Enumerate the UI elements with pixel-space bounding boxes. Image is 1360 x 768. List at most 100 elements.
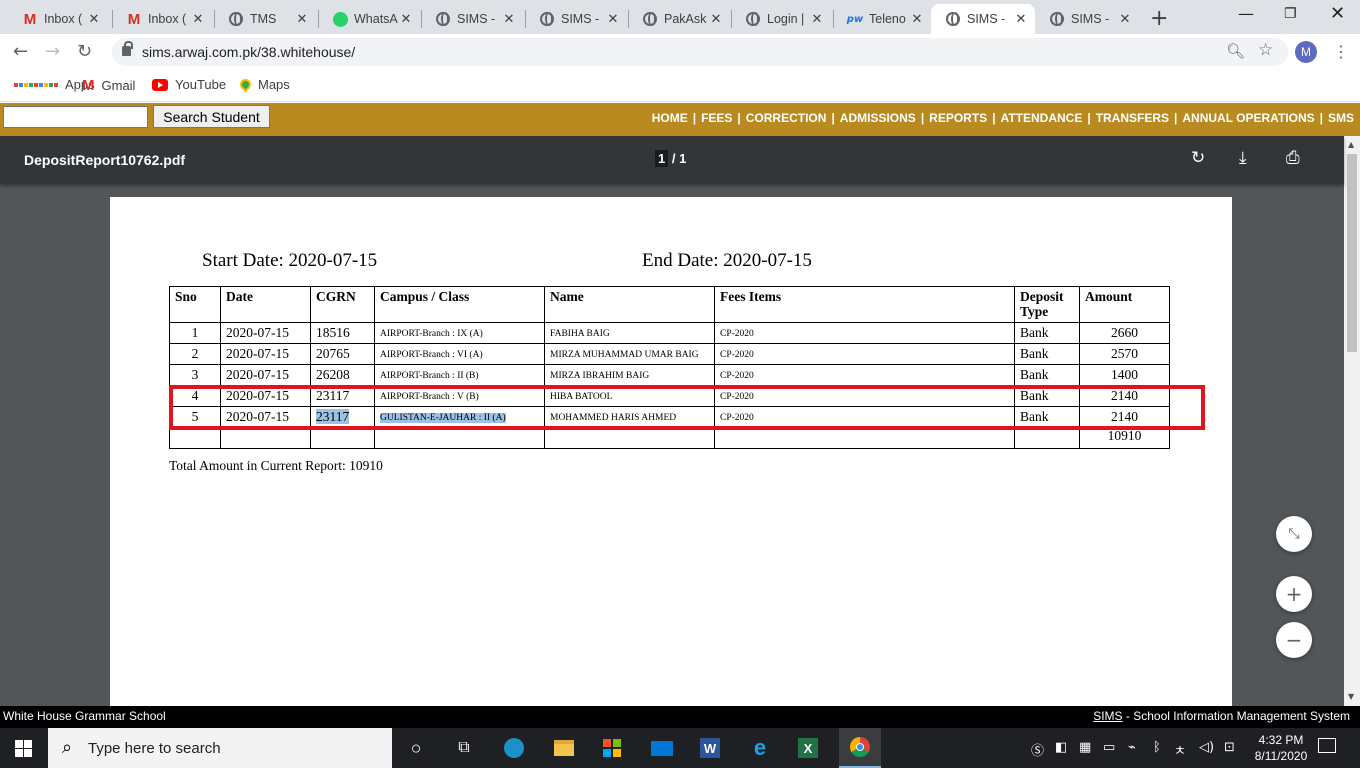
store-icon[interactable] [600, 736, 624, 760]
browser-menu-icon[interactable]: ⋮ [1333, 42, 1349, 61]
mail-icon[interactable] [650, 736, 674, 760]
tab-sims-active[interactable]: SIMS - ✕ [931, 4, 1035, 34]
tab-pakask[interactable]: PakAsk ✕ [628, 4, 730, 34]
rotate-icon[interactable]: ↻ [1191, 148, 1205, 168]
bookmark-star-icon[interactable]: ☆ [1258, 40, 1273, 60]
download-icon[interactable]: ⤓ [1239, 148, 1247, 168]
tab-sims-2[interactable]: SIMS - ✕ [525, 4, 627, 34]
close-icon[interactable]: ✕ [398, 12, 414, 27]
vertical-scrollbar[interactable]: ▲ ▼ [1344, 136, 1360, 706]
nav-home[interactable]: HOME [652, 111, 688, 125]
profile-avatar[interactable]: M [1295, 41, 1317, 63]
scroll-up-icon[interactable]: ▲ [1348, 140, 1354, 149]
file-explorer-icon[interactable] [552, 736, 576, 760]
fit-page-icon[interactable]: ⤡ [1276, 516, 1312, 552]
volume-icon[interactable]: ◁) [1199, 740, 1214, 755]
print-icon[interactable]: ⎙ [1286, 148, 1300, 168]
close-icon[interactable]: ✕ [501, 12, 517, 27]
windows-start-icon[interactable] [15, 740, 32, 757]
forward-icon[interactable]: → [45, 41, 60, 62]
tab-sims-3[interactable]: SIMS - ✕ [1035, 4, 1139, 34]
pdf-viewer-area[interactable]: Start Date: 2020-07-15 End Date: 2020-07… [0, 136, 1344, 706]
skype-icon[interactable]: Ⓢ [1031, 740, 1044, 759]
tab-inbox-1[interactable]: M Inbox ( ✕ [8, 4, 108, 34]
tray-app-icon[interactable]: ▦ [1079, 740, 1091, 755]
zoom-icon[interactable]: 🔍︎ [1226, 42, 1245, 60]
close-icon[interactable]: ✕ [1117, 12, 1133, 27]
nav-separator: | [992, 111, 996, 125]
tab-tms[interactable]: TMS ✕ [214, 4, 316, 34]
close-icon[interactable]: ✕ [294, 12, 310, 27]
student-search-input[interactable] [3, 106, 148, 128]
reload-icon[interactable]: ↻ [77, 41, 92, 62]
close-icon[interactable]: ✕ [86, 12, 102, 27]
nav-reports[interactable]: REPORTS [929, 111, 987, 125]
tab-telenor[interactable]: pw Teleno ✕ [833, 4, 931, 34]
nav-admissions[interactable]: ADMISSIONS [840, 111, 916, 125]
bookmark-youtube[interactable]: YouTube [152, 77, 226, 92]
cortana-icon[interactable]: ○ [404, 736, 428, 760]
close-icon[interactable]: ✕ [605, 12, 621, 27]
taskbar-search-box[interactable]: ⌕ Type here to search [48, 728, 392, 768]
scroll-down-icon[interactable]: ▼ [1348, 692, 1354, 701]
nav-separator: | [737, 111, 741, 125]
window-close-icon[interactable]: ✕ [1330, 3, 1345, 24]
minimize-icon[interactable]: — [1238, 4, 1254, 23]
bookmark-label: Maps [258, 77, 290, 92]
bookmarks-bar: Apps M Gmail YouTube Maps [0, 70, 1360, 102]
cell-deposit-type: Bank [1014, 343, 1080, 365]
tab-whatsapp[interactable]: WhatsA ✕ [318, 4, 420, 34]
chrome-icon[interactable] [839, 728, 881, 768]
nav-attendance[interactable]: ATTENDANCE [1001, 111, 1083, 125]
sims-link[interactable]: SIMS [1093, 709, 1122, 723]
bookmark-maps[interactable]: Maps [237, 76, 290, 93]
language-icon[interactable]: ㅊ [1174, 740, 1186, 759]
word-icon[interactable]: W [698, 736, 722, 760]
nav-transfers[interactable]: TRANSFERS [1096, 111, 1169, 125]
start-date: Start Date: 2020-07-15 [202, 250, 378, 271]
tab-login[interactable]: Login | ✕ [731, 4, 831, 34]
excel-icon[interactable]: X [796, 736, 820, 760]
nav-correction[interactable]: CORRECTION [746, 111, 827, 125]
table-header-row: Sno Date CGRN Campus / Class Name Fees I… [169, 286, 1170, 323]
zoom-out-icon[interactable]: − [1276, 622, 1312, 658]
close-icon[interactable]: ✕ [809, 12, 825, 27]
back-icon[interactable]: ← [13, 41, 28, 62]
ie-icon[interactable]: e [748, 735, 772, 760]
restore-icon[interactable]: ❐ [1284, 6, 1297, 22]
edge-icon[interactable] [502, 736, 526, 760]
search-student-button[interactable]: Search Student [153, 105, 270, 128]
close-icon[interactable]: ✕ [1013, 12, 1029, 27]
notification-center-icon[interactable] [1318, 738, 1336, 753]
address-bar[interactable]: sims.arwaj.com.pk/38.whitehouse/ 🔍︎ ☆ [112, 38, 1288, 66]
cell-fees: CP-2020 [714, 343, 1015, 365]
bluetooth-icon[interactable]: ᛒ [1153, 740, 1161, 755]
gmail-icon: M [127, 10, 141, 28]
nav-fees[interactable]: FEES [701, 111, 732, 125]
new-tab-button[interactable]: + [1150, 6, 1168, 31]
close-icon[interactable]: ✕ [190, 12, 206, 27]
bookmark-gmail[interactable]: M Gmail [82, 77, 135, 94]
site-nav-links: HOME | FEES | CORRECTION | ADMISSIONS | REPORTS |… [652, 111, 1354, 125]
tab-title: Inbox ( [148, 12, 187, 26]
display-icon[interactable]: ▭ [1103, 740, 1115, 755]
task-view-icon[interactable]: ⧉ [452, 736, 476, 760]
zoom-in-icon[interactable]: + [1276, 576, 1312, 612]
close-icon[interactable]: ✕ [708, 12, 724, 27]
network-icon[interactable]: ⌁ [1128, 740, 1136, 755]
footer-tagline: - School Information Management System [1122, 709, 1350, 723]
table-row: 3 2020-07-15 26208 AIRPORT-Branch : II (… [169, 364, 1170, 386]
page-number-input[interactable]: 1 [655, 150, 669, 167]
cell-campus: AIRPORT-Branch : VI (A) [374, 343, 545, 365]
browser-tab-strip: M Inbox ( ✕ M Inbox ( ✕ TMS ✕ WhatsA ✕ S… [0, 0, 1360, 34]
nav-annual-operations[interactable]: ANNUAL OPERATIONS [1182, 111, 1314, 125]
tab-sims-1[interactable]: SIMS - ✕ [421, 4, 523, 34]
tab-inbox-2[interactable]: M Inbox ( ✕ [112, 4, 212, 34]
tab-title: TMS [250, 12, 277, 26]
scroll-thumb[interactable] [1347, 154, 1357, 352]
input-method-icon[interactable]: ⊡ [1224, 740, 1235, 755]
nav-sms[interactable]: SMS [1328, 111, 1354, 125]
system-clock[interactable]: 4:32 PM 8/11/2020 [1251, 732, 1311, 764]
close-icon[interactable]: ✕ [909, 12, 925, 27]
tray-app-icon[interactable]: ◧ [1055, 740, 1067, 755]
